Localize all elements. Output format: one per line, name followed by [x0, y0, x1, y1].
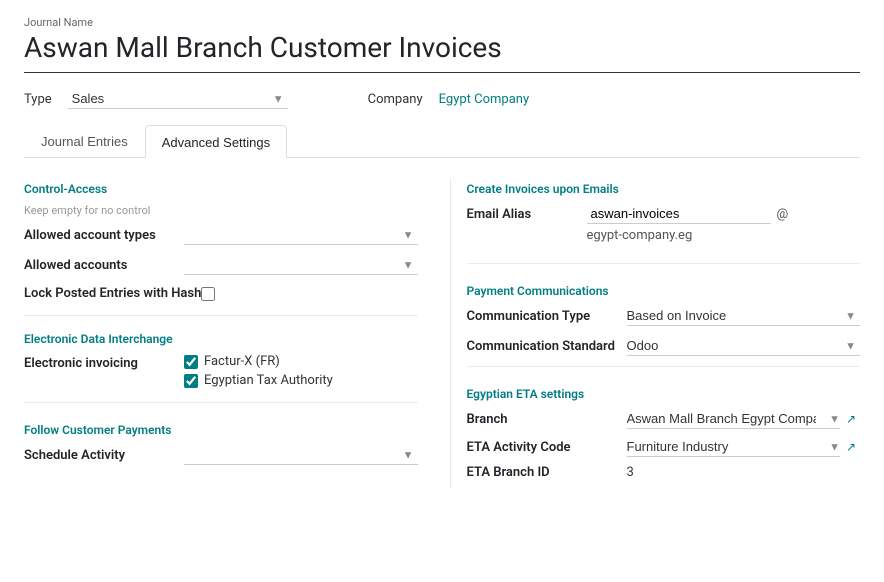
schedule-activity-select[interactable] [184, 445, 418, 465]
eta-branch-id-value: 3 [627, 465, 634, 480]
type-label: Type [24, 92, 52, 107]
eta-activity-code-external-link-icon[interactable]: ↗ [846, 440, 856, 454]
control-access-hint: Keep empty for no control [24, 204, 418, 217]
eta-label: Egyptian Tax Authority [204, 373, 333, 388]
facturx-label: Factur-X (FR) [204, 354, 280, 369]
allowed-accounts-select[interactable] [184, 255, 418, 275]
payment-section: Payment Communications Communication Typ… [467, 284, 861, 356]
allowed-account-types-label: Allowed account types [24, 228, 184, 243]
comm-type-label: Communication Type [467, 309, 627, 324]
comm-standard-label: Communication Standard [467, 339, 627, 354]
follow-section: Follow Customer Payments Schedule Activi… [24, 423, 418, 465]
eta-activity-code-label: ETA Activity Code [467, 440, 627, 455]
eta-branch-id-label: ETA Branch ID [467, 465, 627, 480]
allowed-accounts-label: Allowed accounts [24, 258, 184, 273]
control-access-section: Control-Access Keep empty for no control… [24, 182, 418, 303]
eta-checkbox[interactable] [184, 374, 198, 388]
email-alias-label: Email Alias [467, 207, 587, 222]
create-invoices-title: Create Invoices upon Emails [467, 182, 861, 196]
allowed-account-types-select[interactable] [184, 225, 418, 245]
email-alias-input[interactable] [587, 204, 771, 224]
email-at-symbol: @ [777, 207, 789, 222]
email-domain: egypt-company.eg [587, 228, 861, 243]
journal-name-label: Journal Name [24, 16, 860, 29]
electronic-invoicing-label: Electronic invoicing [24, 354, 184, 371]
control-access-title: Control-Access [24, 182, 418, 196]
tab-journal-entries[interactable]: Journal Entries [24, 125, 145, 157]
edi-section: Electronic Data Interchange Electronic i… [24, 332, 418, 392]
branch-select[interactable]: Aswan Mall Branch Egypt Company [627, 409, 841, 429]
edi-title: Electronic Data Interchange [24, 332, 418, 346]
payment-comm-title: Payment Communications [467, 284, 861, 298]
lock-posted-label: Lock Posted Entries with Hash [24, 285, 201, 303]
company-link[interactable]: Egypt Company [439, 92, 529, 107]
type-select[interactable]: Sales [68, 89, 288, 109]
facturx-checkbox[interactable] [184, 355, 198, 369]
comm-type-select[interactable]: Based on Invoice [627, 306, 861, 326]
branch-label: Branch [467, 412, 627, 427]
comm-standard-select[interactable]: Odoo [627, 336, 861, 356]
eta-section: Egyptian ETA settings Branch Aswan Mall … [467, 387, 861, 480]
company-label: Company [368, 92, 423, 107]
tabs-container: Journal Entries Advanced Settings [24, 125, 860, 158]
email-section: Create Invoices upon Emails Email Alias … [467, 182, 861, 243]
follow-title: Follow Customer Payments [24, 423, 418, 437]
branch-external-link-icon[interactable]: ↗ [846, 412, 856, 426]
tab-advanced-settings[interactable]: Advanced Settings [145, 125, 287, 158]
schedule-activity-label: Schedule Activity [24, 448, 184, 463]
eta-activity-code-select[interactable]: Furniture Industry [627, 437, 841, 457]
eta-settings-title: Egyptian ETA settings [467, 387, 861, 401]
lock-posted-checkbox[interactable] [201, 287, 215, 301]
journal-title: Aswan Mall Branch Customer Invoices [24, 31, 860, 73]
